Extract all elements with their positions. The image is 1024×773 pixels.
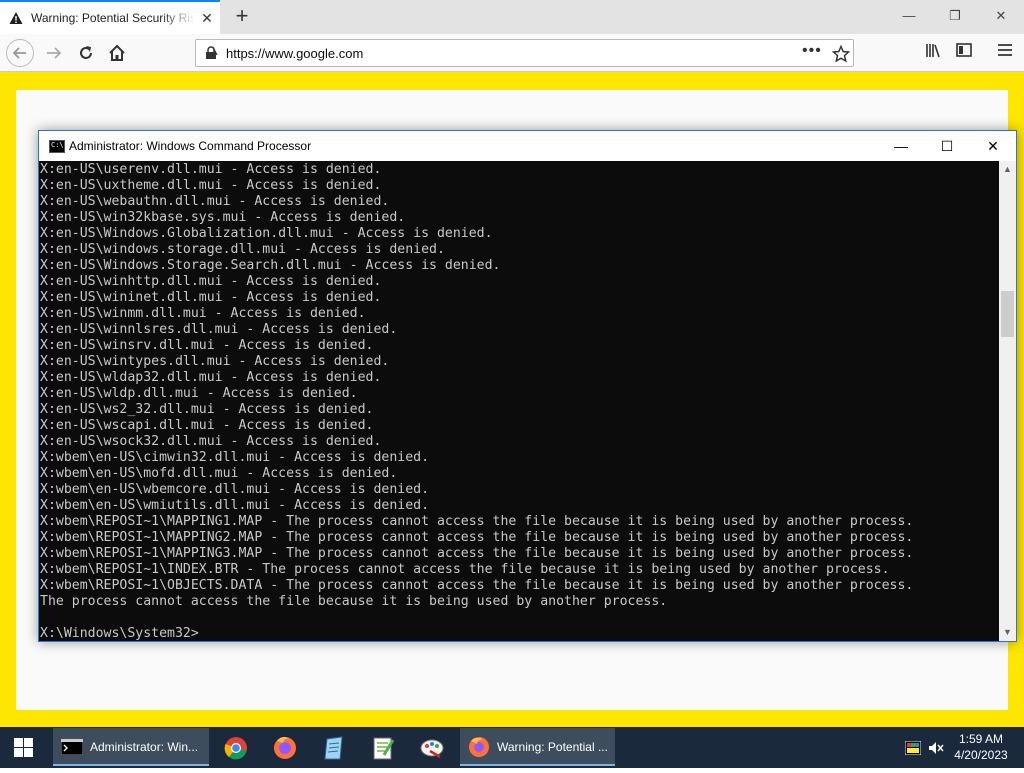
console-line: X:wbem\en-US\wmiutils.dll.mui - Access i… (40, 498, 430, 513)
volume-muted-icon[interactable] (928, 741, 944, 755)
console-line: X:en-US\wintypes.dll.mui - Access is den… (40, 354, 390, 369)
console-line: X:en-US\winnlsres.dll.mui - Access is de… (40, 322, 398, 337)
taskbar-firefox-label: Warning: Potential ... (497, 740, 608, 754)
console-line: X:en-US\winhttp.dll.mui - Access is deni… (40, 274, 382, 289)
console-line: X:en-US\windows.storage.dll.mui - Access… (40, 242, 445, 257)
chrome-icon (224, 737, 247, 760)
console-line: X:wbem\REPOSI~1\MAPPING3.MAP - The proce… (40, 546, 914, 561)
console-line: X:en-US\uxtheme.dll.mui - Access is deni… (40, 178, 382, 193)
page-actions-icon[interactable]: ••• (802, 42, 822, 60)
console-line: X:wbem\REPOSI~1\INDEX.BTR - The process … (40, 562, 890, 577)
scroll-up-icon[interactable]: ▲ (999, 161, 1016, 178)
console-line: X:en-US\ws2_32.dll.mui - Access is denie… (40, 402, 374, 417)
taskbar-firefox[interactable] (271, 729, 299, 766)
close-tab-icon[interactable]: ✕ (199, 10, 215, 26)
navigation-toolbar: https://www.google.com ••• (0, 34, 1024, 72)
windows-start-icon (14, 738, 33, 757)
taskbar: Administrator: Win... Warning: Potential… (0, 727, 1024, 768)
console-line: X:en-US\winmm.dll.mui - Access is denied… (40, 306, 366, 321)
bookmark-star-icon[interactable] (832, 44, 850, 64)
start-button[interactable] (0, 727, 48, 768)
taskbar-notepadpp[interactable] (369, 729, 397, 766)
color-tray-icon[interactable] (905, 741, 921, 755)
firefox-icon (274, 737, 296, 759)
browser-tab[interactable]: Warning: Potential Security Risk Ahead ✕ (0, 0, 220, 34)
console-line: X:en-US\win32kbase.sys.mui - Access is d… (40, 210, 406, 225)
tab-title-fade (160, 4, 196, 32)
clock-date: 4/20/2023 (954, 748, 1008, 762)
cmd-minimize-button[interactable]: — (878, 131, 924, 161)
taskbar-notepad[interactable] (320, 729, 348, 766)
console-line: X:en-US\wsock32.dll.mui - Access is deni… (40, 434, 382, 449)
console-line: X:en-US\wscapi.dll.mui - Access is denie… (40, 418, 374, 433)
sidebar-icon (956, 43, 972, 57)
menu-button[interactable] (992, 40, 1018, 66)
site-info-icon[interactable] (204, 46, 218, 60)
cmd-title-bar[interactable]: C:\ Administrator: Windows Command Proce… (39, 131, 1016, 161)
console-line: X:wbem\REPOSI~1\MAPPING1.MAP - The proce… (40, 514, 914, 529)
console-line: X:en-US\wldp.dll.mui - Access is denied. (40, 386, 358, 401)
taskbar-paint[interactable] (418, 729, 446, 766)
window-minimize-button[interactable]: — (886, 0, 932, 32)
cmd-maximize-button[interactable]: ☐ (924, 131, 970, 161)
url-bar[interactable]: https://www.google.com ••• (195, 39, 854, 67)
console-line: The process cannot access the file becau… (40, 594, 668, 609)
browser-tab-bar: Warning: Potential Security Risk Ahead ✕… (0, 0, 1024, 34)
taskbar-clock[interactable]: 1:59 AM 4/20/2023 (948, 731, 1014, 763)
console-line: X:en-US\wininet.dll.mui - Access is deni… (40, 290, 382, 305)
taskbar-chrome[interactable] (222, 729, 250, 766)
firefox-icon (469, 737, 489, 757)
cmd-scrollbar[interactable]: ▲ ▼ (999, 161, 1016, 641)
console-line: X:wbem\REPOSI~1\MAPPING2.MAP - The proce… (40, 530, 914, 545)
window-close-button[interactable]: ✕ (978, 0, 1024, 32)
reload-icon (80, 46, 92, 59)
home-icon (109, 44, 125, 61)
cmd-app-icon: C:\ (49, 140, 65, 153)
warning-icon (9, 12, 23, 24)
cmd-console-output[interactable]: X:en-US\userenv.dll.mui - Access is deni… (39, 161, 999, 641)
paint-icon (420, 739, 444, 759)
scroll-down-icon[interactable]: ▼ (999, 624, 1016, 641)
console-line: X:en-US\userenv.dll.mui - Access is deni… (40, 162, 382, 177)
console-line: X:\Windows\System32> (40, 626, 199, 641)
console-line: X:wbem\en-US\wbemcore.dll.mui - Access i… (40, 482, 430, 497)
notepad-icon (324, 736, 343, 760)
console-line: X:en-US\wldap32.dll.mui - Access is deni… (40, 370, 382, 385)
cmd-close-button[interactable]: ✕ (970, 131, 1016, 161)
new-tab-button[interactable]: + (229, 3, 255, 29)
home-button[interactable] (103, 39, 131, 67)
notepadpp-icon (373, 737, 395, 760)
cmd-window-title: Administrator: Windows Command Processor (69, 139, 312, 153)
back-arrow-icon (12, 47, 26, 59)
console-line: X:en-US\webauthn.dll.mui - Access is den… (40, 194, 390, 209)
hamburger-menu-icon (998, 44, 1012, 56)
clock-time: 1:59 AM (958, 732, 1004, 746)
cmd-icon (61, 739, 83, 755)
forward-arrow-icon (47, 47, 62, 59)
scrollbar-thumb[interactable] (1001, 291, 1014, 337)
library-icon (926, 44, 940, 58)
console-line: X:en-US\winsrv.dll.mui - Access is denie… (40, 338, 374, 353)
sidebar-button[interactable] (951, 40, 977, 66)
window-maximize-button[interactable]: ❐ (932, 0, 978, 32)
console-line: X:wbem\en-US\mofd.dll.mui - Access is de… (40, 466, 398, 481)
console-line: X:wbem\REPOSI~1\OBJECTS.DATA - The proce… (40, 578, 914, 593)
console-line: X:wbem\en-US\cimwin32.dll.mui - Access i… (40, 450, 430, 465)
console-line: X:en-US\Windows.Globalization.dll.mui - … (40, 226, 493, 241)
reload-button[interactable] (72, 39, 100, 67)
back-button[interactable] (6, 39, 34, 67)
taskbar-cmd-app[interactable]: Administrator: Win... (53, 728, 209, 766)
taskbar-firefox-app[interactable]: Warning: Potential ... (460, 728, 615, 766)
url-text[interactable]: https://www.google.com (226, 46, 363, 61)
console-line: X:en-US\Windows.Storage.Search.dll.mui -… (40, 258, 501, 273)
command-prompt-window[interactable]: C:\ Administrator: Windows Command Proce… (38, 130, 1017, 642)
taskbar-cmd-label: Administrator: Win... (90, 740, 199, 754)
library-button[interactable] (920, 40, 946, 66)
forward-button[interactable] (40, 39, 68, 67)
